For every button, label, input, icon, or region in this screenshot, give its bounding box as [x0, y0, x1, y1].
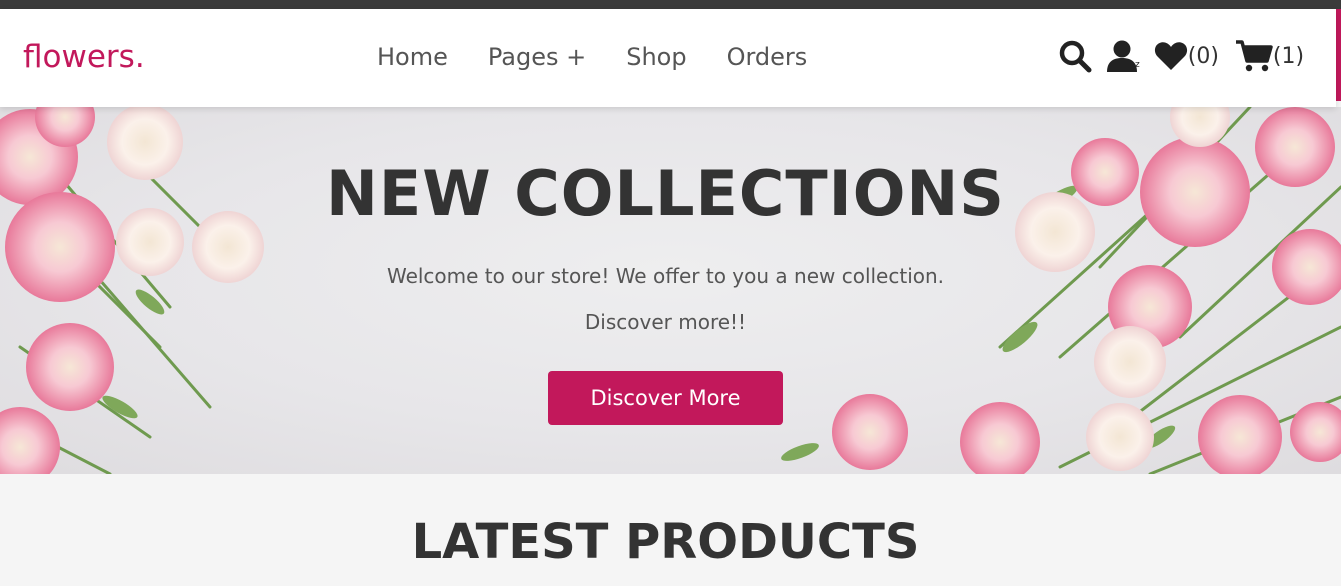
search-icon — [1058, 39, 1092, 73]
header-icons: z (0) (1) — [1058, 39, 1304, 73]
cart-button[interactable]: (1) — [1235, 39, 1304, 73]
wishlist-count: (0) — [1187, 43, 1219, 69]
cart-count: (1) — [1272, 43, 1305, 69]
user-icon — [1106, 39, 1138, 73]
top-strip — [0, 0, 1341, 9]
logo[interactable]: flowers. — [23, 39, 145, 75]
wishlist-button[interactable]: (0) — [1154, 41, 1219, 71]
nav-home[interactable]: Home — [377, 43, 448, 71]
discover-more-button[interactable]: Discover More — [548, 371, 783, 425]
nav-orders[interactable]: Orders — [727, 43, 808, 71]
account-button[interactable]: z — [1106, 39, 1140, 73]
search-button[interactable] — [1058, 39, 1092, 73]
main-nav: Home Pages + Shop Orders — [377, 43, 847, 71]
page: flowers. Home Pages + Shop Orders z (0) … — [0, 0, 1341, 586]
hero-banner: NEW COLLECTIONS Welcome to our store! We… — [0, 107, 1341, 474]
heart-icon — [1154, 41, 1188, 71]
site-header: flowers. Home Pages + Shop Orders z (0) … — [0, 9, 1336, 107]
cart-icon — [1235, 39, 1273, 73]
latest-products-title: LATEST PRODUCTS — [411, 514, 920, 570]
hero-title: NEW COLLECTIONS — [326, 157, 1005, 230]
hero-subtitle-line1: Welcome to our store! We offer to you a … — [386, 264, 945, 288]
nav-pages[interactable]: Pages + — [488, 43, 586, 71]
nav-shop[interactable]: Shop — [626, 43, 686, 71]
user-badge: z — [1135, 60, 1140, 70]
hero-subtitle-line2: Discover more!! — [584, 310, 747, 334]
scroll-indicator — [1336, 9, 1341, 101]
